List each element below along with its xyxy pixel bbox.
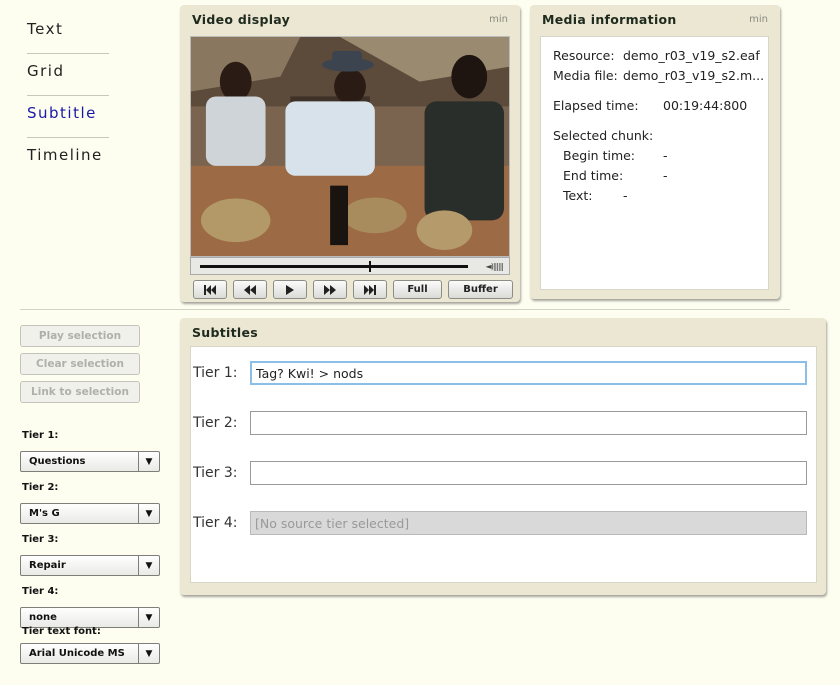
play-button[interactable] xyxy=(273,280,307,299)
tier3-input[interactable] xyxy=(250,461,807,485)
clear-selection-button[interactable]: Clear selection xyxy=(20,353,140,375)
media-file-label: Media file: xyxy=(553,68,618,83)
tier1-select-label: Tier 1: xyxy=(22,430,59,441)
tier4-select-label: Tier 4: xyxy=(22,586,59,597)
fast-forward-icon xyxy=(324,284,336,295)
skip-to-end-button[interactable] xyxy=(353,280,387,299)
elapsed-time-label: Elapsed time: xyxy=(553,98,639,113)
tier4-select-value: none xyxy=(29,612,57,623)
nav-item-text[interactable]: Text xyxy=(27,12,109,54)
chevron-down-icon: ▼ xyxy=(138,644,159,663)
chevron-down-icon: ▼ xyxy=(138,556,159,575)
chunk-text-label: Text: xyxy=(563,188,593,203)
chevron-down-icon: ▼ xyxy=(138,504,159,523)
resource-value: demo_r03_v19_s2.eaf xyxy=(623,48,760,63)
rewind-button[interactable] xyxy=(233,280,267,299)
tier1-label: Tier 1: xyxy=(193,365,238,381)
end-time-label: End time: xyxy=(563,168,624,183)
tier2-select-label: Tier 2: xyxy=(22,482,59,493)
skip-to-end-icon xyxy=(364,284,376,295)
tier4-label: Tier 4: xyxy=(193,515,238,531)
volume-icon[interactable]: ◄)|||||| xyxy=(486,262,504,271)
tier4-input xyxy=(250,511,807,535)
tier1-select-value: Questions xyxy=(29,456,86,467)
full-button[interactable]: Full xyxy=(393,280,442,299)
nav-item-timeline[interactable]: Timeline xyxy=(27,138,109,180)
media-panel-title: Media information xyxy=(542,12,677,27)
video-seek-bar[interactable]: ◄)|||||| xyxy=(190,257,510,275)
link-to-selection-button[interactable]: Link to selection xyxy=(20,381,140,403)
video-frame[interactable] xyxy=(190,36,510,257)
chevron-down-icon: ▼ xyxy=(138,608,159,627)
media-information-panel: Media information min Resource: demo_r03… xyxy=(530,5,780,299)
font-select[interactable]: Arial Unicode MS ▼ xyxy=(20,643,160,664)
tier3-select[interactable]: Repair ▼ xyxy=(20,555,160,576)
tier3-label: Tier 3: xyxy=(193,465,238,481)
nav-item-grid[interactable]: Grid xyxy=(27,54,109,96)
tier1-select[interactable]: Questions ▼ xyxy=(20,451,160,472)
tier2-select-value: M's G xyxy=(29,508,60,519)
tier2-select[interactable]: M's G ▼ xyxy=(20,503,160,524)
media-info-box: Resource: demo_r03_v19_s2.eaf Media file… xyxy=(540,36,769,290)
section-divider xyxy=(20,309,790,310)
seek-track xyxy=(200,265,468,268)
subtitles-box: Tier 1: Tier 2: Tier 3: Tier 4: xyxy=(190,346,817,583)
chevron-down-icon: ▼ xyxy=(138,452,159,471)
skip-to-start-button[interactable] xyxy=(193,280,227,299)
skip-to-start-icon xyxy=(204,284,216,295)
media-minimize-button[interactable]: min xyxy=(749,14,768,25)
tier3-select-label: Tier 3: xyxy=(22,534,59,545)
tier2-label: Tier 2: xyxy=(193,415,238,431)
fast-forward-button[interactable] xyxy=(313,280,347,299)
media-file-value: demo_r03_v19_s2.m... xyxy=(623,68,765,83)
subtitles-panel: Subtitles Tier 1: Tier 2: Tier 3: Tier 4… xyxy=(180,318,826,595)
elapsed-time-value: 00:19:44:800 xyxy=(663,98,748,113)
chunk-text-value: - xyxy=(623,188,628,203)
selected-chunk-label: Selected chunk: xyxy=(553,128,654,143)
play-selection-button[interactable]: Play selection xyxy=(20,325,140,347)
tier3-select-value: Repair xyxy=(29,560,66,571)
font-select-value: Arial Unicode MS xyxy=(29,648,125,659)
tier2-input[interactable] xyxy=(250,411,807,435)
video-minimize-button[interactable]: min xyxy=(489,14,508,25)
begin-time-value: - xyxy=(663,148,668,163)
seek-thumb[interactable] xyxy=(369,261,371,272)
begin-time-label: Begin time: xyxy=(563,148,636,163)
rewind-icon xyxy=(244,284,256,295)
video-scene-image xyxy=(191,37,509,256)
play-icon xyxy=(286,284,294,295)
resource-label: Resource: xyxy=(553,48,615,63)
video-panel-title: Video display xyxy=(192,12,291,27)
font-select-label: Tier text font: xyxy=(22,626,101,637)
nav-item-subtitle[interactable]: Subtitle xyxy=(27,96,109,138)
subtitles-panel-title: Subtitles xyxy=(192,325,258,340)
tier1-input[interactable] xyxy=(250,361,807,385)
video-display-panel: Video display min ◄)|||||| Full Buffer xyxy=(180,5,520,302)
tier4-select[interactable]: none ▼ xyxy=(20,607,160,628)
buffer-button[interactable]: Buffer xyxy=(448,280,513,299)
view-nav: Text Grid Subtitle Timeline xyxy=(27,12,109,180)
end-time-value: - xyxy=(663,168,668,183)
